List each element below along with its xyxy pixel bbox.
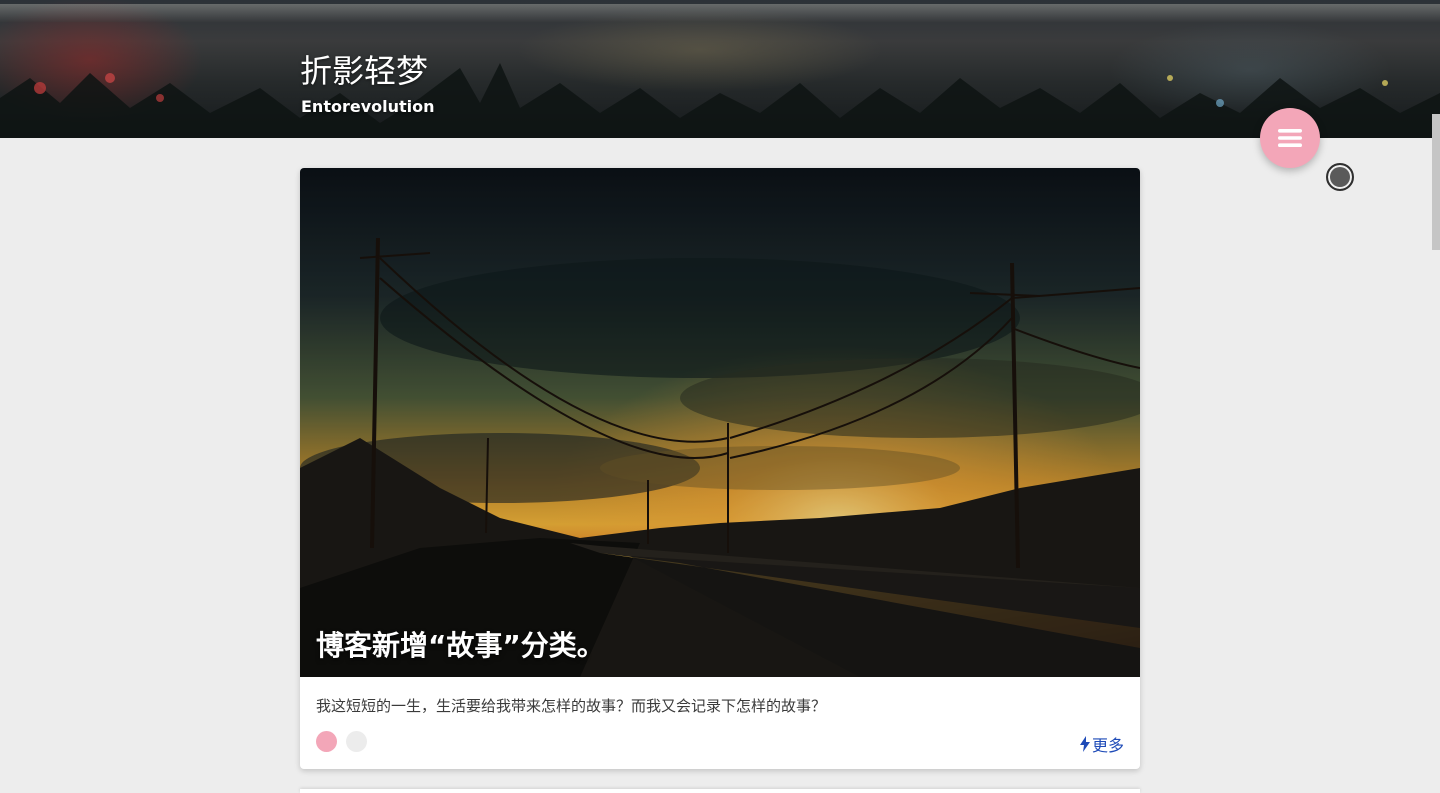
post-dot-pink bbox=[316, 731, 337, 752]
banner-grass-art bbox=[0, 63, 1440, 138]
banner-railing bbox=[0, 4, 1440, 22]
bolt-icon bbox=[1079, 736, 1090, 752]
post-excerpt: 我这短短的一生，生活要给我带来怎样的故事？而我又会记录下怎样的故事？ bbox=[316, 697, 827, 715]
post-title[interactable]: 博客新增“故事”分类。 bbox=[316, 624, 605, 664]
dark-mode-toggle[interactable] bbox=[1326, 163, 1354, 191]
next-post-card-edge bbox=[300, 789, 1140, 793]
post-dot-grey bbox=[346, 731, 367, 752]
menu-button[interactable] bbox=[1260, 108, 1320, 168]
post-card: 博客新增“故事”分类。 我这短短的一生，生活要给我带来怎样的故事？而我又会记录下… bbox=[300, 168, 1140, 769]
post-footer: 更多 bbox=[316, 731, 1124, 756]
header-banner: 折影轻梦 Entorevolution bbox=[0, 0, 1440, 138]
read-more-label: 更多 bbox=[1091, 736, 1124, 755]
post-cover-image[interactable] bbox=[300, 168, 1140, 677]
read-more-link[interactable]: 更多 bbox=[1079, 732, 1124, 756]
menu-icon bbox=[1278, 129, 1302, 147]
site-subtitle: Entorevolution bbox=[301, 97, 435, 116]
sunset-scene-image bbox=[300, 168, 1140, 677]
scrollbar-thumb[interactable] bbox=[1432, 114, 1440, 250]
site-title[interactable]: 折影轻梦 bbox=[300, 46, 428, 92]
